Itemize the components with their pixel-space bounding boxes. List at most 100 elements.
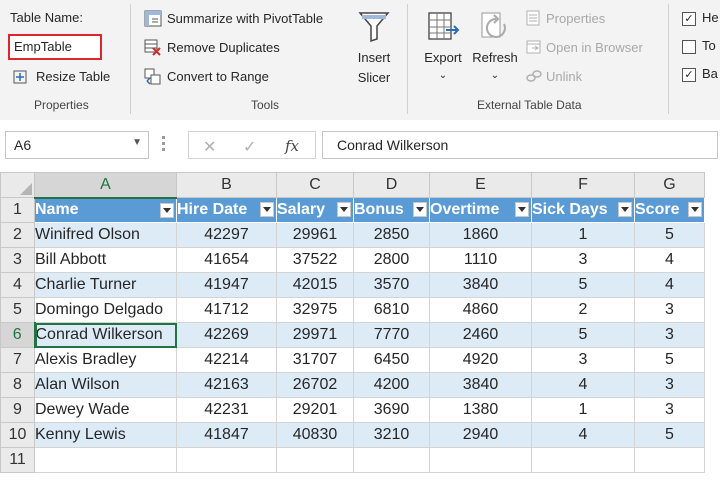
chevron-down-icon[interactable]: ▼ — [132, 137, 142, 148]
banded-rows-checkbox[interactable]: ✓ Ba — [680, 66, 720, 84]
table-cell[interactable]: 6450 — [353, 347, 430, 373]
properties-button[interactable]: Properties — [524, 9, 654, 29]
table-cell[interactable]: 2 — [531, 297, 635, 323]
unlink-button[interactable]: Unlink — [524, 67, 654, 87]
table-cell[interactable]: 5 — [634, 422, 705, 448]
table-cell[interactable]: 42231 — [176, 397, 277, 423]
table-cell[interactable]: Alexis Bradley — [34, 347, 177, 373]
table-cell[interactable]: 2800 — [353, 247, 430, 273]
table-cell[interactable]: 5 — [634, 222, 705, 248]
formula-bar-resize-handle[interactable] — [162, 136, 165, 154]
table-cell[interactable]: 1860 — [429, 222, 532, 248]
table-cell[interactable]: 6810 — [353, 297, 430, 323]
column-header-e[interactable]: E — [429, 172, 532, 198]
table-header-cell[interactable]: Bonus — [353, 197, 430, 223]
table-cell[interactable]: 7770 — [353, 322, 430, 348]
table-cell[interactable]: 42015 — [276, 272, 354, 298]
name-box[interactable]: A6 ▼ — [5, 131, 149, 159]
remove-duplicates-button[interactable]: Remove Duplicates — [142, 38, 347, 58]
empty-cell[interactable] — [429, 447, 532, 473]
select-all-corner[interactable] — [0, 172, 35, 198]
enter-icon[interactable]: ✓ — [243, 137, 256, 157]
row-header-3[interactable]: 3 — [0, 247, 35, 273]
empty-cell[interactable] — [276, 447, 354, 473]
table-cell[interactable]: 37522 — [276, 247, 354, 273]
table-cell[interactable]: 3 — [531, 247, 635, 273]
table-cell[interactable]: 3840 — [429, 272, 532, 298]
header-row-checkbox[interactable]: ✓ He — [680, 10, 720, 28]
row-header-5[interactable]: 5 — [0, 297, 35, 323]
row-header-10[interactable]: 10 — [0, 422, 35, 448]
resize-table-button[interactable]: Resize Table — [10, 68, 120, 88]
table-cell[interactable]: 2940 — [429, 422, 532, 448]
column-header-g[interactable]: G — [634, 172, 705, 198]
table-cell[interactable]: 4920 — [429, 347, 532, 373]
cancel-icon[interactable]: ✕ — [203, 137, 216, 157]
filter-dropdown-icon[interactable] — [337, 202, 351, 217]
empty-cell[interactable] — [34, 447, 177, 473]
table-cell[interactable]: Bill Abbott — [34, 247, 177, 273]
filter-dropdown-icon[interactable] — [413, 202, 427, 217]
table-cell[interactable]: 3 — [634, 297, 705, 323]
row-header-9[interactable]: 9 — [0, 397, 35, 423]
table-cell[interactable]: 3840 — [429, 372, 532, 398]
refresh-button[interactable]: Refresh ⌄ — [468, 8, 522, 90]
table-cell[interactable]: 4860 — [429, 297, 532, 323]
row-header-11[interactable]: 11 — [0, 447, 35, 473]
table-cell[interactable]: 1 — [531, 397, 635, 423]
empty-cell[interactable] — [531, 447, 635, 473]
table-header-cell[interactable]: Hire Date — [176, 197, 277, 223]
filter-dropdown-icon[interactable] — [260, 202, 274, 217]
table-cell[interactable]: Winifred Olson — [34, 222, 177, 248]
table-cell[interactable]: 1 — [531, 222, 635, 248]
table-name-input[interactable]: EmpTable — [8, 34, 102, 60]
table-cell[interactable]: 3 — [531, 347, 635, 373]
empty-cell[interactable] — [176, 447, 277, 473]
empty-cell[interactable] — [634, 447, 705, 473]
table-cell[interactable]: Charlie Turner — [34, 272, 177, 298]
table-cell[interactable]: 41947 — [176, 272, 277, 298]
table-cell[interactable]: 1110 — [429, 247, 532, 273]
open-in-browser-button[interactable]: Open in Browser — [524, 38, 654, 58]
table-header-cell[interactable]: Sick Days — [531, 197, 635, 223]
table-cell[interactable]: 3 — [634, 322, 705, 348]
table-cell[interactable]: 29961 — [276, 222, 354, 248]
filter-dropdown-icon[interactable] — [160, 202, 174, 218]
insert-slicer-button[interactable]: Insert Slicer — [350, 8, 398, 90]
table-cell[interactable]: 5 — [531, 272, 635, 298]
table-cell[interactable]: 4 — [531, 422, 635, 448]
table-cell[interactable]: 26702 — [276, 372, 354, 398]
column-header-f[interactable]: F — [531, 172, 635, 198]
empty-cell[interactable] — [353, 447, 430, 473]
table-cell[interactable]: 41847 — [176, 422, 277, 448]
active-cell[interactable]: Conrad Wilkerson — [34, 322, 177, 348]
table-cell[interactable]: 42269 — [176, 322, 277, 348]
table-header-cell[interactable]: Salary — [276, 197, 354, 223]
formula-input[interactable]: Conrad Wilkerson — [322, 131, 718, 159]
table-cell[interactable]: Dewey Wade — [34, 397, 177, 423]
row-header-6[interactable]: 6 — [0, 322, 36, 348]
export-button[interactable]: Export ⌄ — [418, 8, 468, 90]
table-cell[interactable]: 5 — [531, 322, 635, 348]
table-cell[interactable]: 4 — [531, 372, 635, 398]
table-header-cell[interactable]: Name — [34, 197, 177, 223]
table-cell[interactable]: 3 — [634, 397, 705, 423]
table-header-cell[interactable]: Overtime — [429, 197, 532, 223]
table-cell[interactable]: 3 — [634, 372, 705, 398]
total-row-checkbox[interactable]: To — [680, 38, 720, 56]
table-cell[interactable]: 3690 — [353, 397, 430, 423]
row-header-4[interactable]: 4 — [0, 272, 35, 298]
table-cell[interactable]: 4200 — [353, 372, 430, 398]
table-cell[interactable]: Kenny Lewis — [34, 422, 177, 448]
table-cell[interactable]: 29201 — [276, 397, 354, 423]
table-cell[interactable]: 41712 — [176, 297, 277, 323]
table-header-cell[interactable]: Score — [634, 197, 705, 223]
table-cell[interactable]: 42297 — [176, 222, 277, 248]
table-cell[interactable]: 3570 — [353, 272, 430, 298]
table-cell[interactable]: 42214 — [176, 347, 277, 373]
table-cell[interactable]: 3210 — [353, 422, 430, 448]
table-cell[interactable]: 42163 — [176, 372, 277, 398]
table-cell[interactable]: 1380 — [429, 397, 532, 423]
table-cell[interactable]: 32975 — [276, 297, 354, 323]
insert-function-icon[interactable]: fx — [285, 137, 299, 155]
